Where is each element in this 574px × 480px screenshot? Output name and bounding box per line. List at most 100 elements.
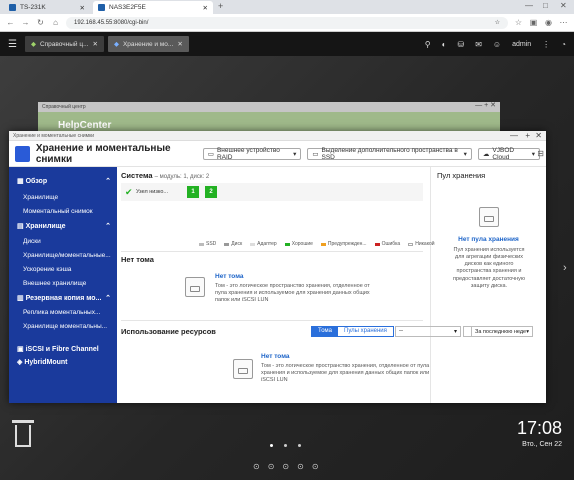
reload-icon[interactable]: ↻ [36, 18, 45, 27]
qnap-favicon-icon [98, 4, 105, 11]
options-icon[interactable]: ⋮ [542, 40, 550, 49]
no-pool-desc: Пул хранения используется для агрегации … [452, 247, 525, 289]
dashboard-icon[interactable]: ◔ [561, 40, 566, 49]
sidebar-group-overview[interactable]: ▦ Обзор ⌃ [9, 177, 117, 185]
page-dot[interactable] [298, 444, 301, 447]
page-dot[interactable] [284, 444, 287, 447]
favorite-star-icon[interactable]: ☆ [495, 19, 500, 26]
dock-app-icon[interactable]: ⊙ [312, 462, 319, 471]
sidebar-item-disks[interactable]: Диски [9, 238, 117, 245]
sidebar-item-storage-snapshots[interactable]: Хранилище/моментальные... [9, 252, 117, 259]
legend-label: Ошибка [381, 241, 401, 247]
system-header: Система – модуль: 1, диск: 2 [121, 171, 209, 180]
dock-app-icon[interactable]: ⊙ [297, 462, 304, 471]
sidebar-item-external[interactable]: Внешнее хранилище [9, 280, 117, 287]
close-icon[interactable]: ✕ [535, 131, 542, 140]
storage-icon: ◆ [113, 41, 119, 48]
close-icon[interactable]: ✕ [177, 40, 182, 48]
no-volume-title[interactable]: Нет тома [215, 273, 244, 280]
legend-item: Хорошие [284, 241, 313, 247]
url-input[interactable]: 192.168.45.55:8080/cgi-bin/ ☆ [66, 16, 508, 29]
ssd-overprovision-button[interactable]: ▭ Выделение дополнительного пространства… [307, 147, 472, 161]
sidebar-item-iscsi[interactable]: ▣ iSCSI и Fibre Channel [9, 345, 117, 353]
legend-label: Предупрежден... [327, 241, 367, 247]
legend-item: SSD [199, 241, 216, 247]
chevron-down-icon: ▾ [531, 150, 535, 158]
back-icon[interactable]: ← [6, 18, 15, 27]
sidebar-item-hybridmount[interactable]: ◈ HybridMount [9, 358, 117, 366]
taskbar-app-storage[interactable]: ◆ Хранение и мо... ✕ [107, 36, 189, 52]
browser-tab-bar: TS-231K ✕ NAS3E2F5E ✕ + — □ ✕ [0, 0, 574, 14]
chevron-up-icon: ⌃ [105, 295, 111, 302]
more-icon[interactable]: ⊟ [537, 149, 544, 158]
background-tasks-icon[interactable]: ◐ [442, 40, 447, 49]
close-icon[interactable]: ✕ [80, 4, 85, 12]
maximize-icon[interactable]: □ [543, 1, 548, 10]
user-name[interactable]: admin [512, 41, 531, 48]
trash-icon[interactable] [12, 420, 34, 448]
disk-slot[interactable]: 2 [205, 186, 217, 198]
usage-no-volume-desc: Том - это логическое пространство хранен… [261, 363, 430, 384]
dock-app-icon[interactable]: ⊙ [253, 462, 260, 471]
tab-pools[interactable]: Пулы хранения [338, 327, 393, 336]
legend-swatch [224, 242, 230, 246]
forward-icon[interactable]: → [21, 18, 30, 27]
no-pool-title[interactable]: Нет пула хранения [431, 236, 546, 243]
search-icon[interactable]: ⚲ [425, 40, 431, 49]
chevron-down-icon: ▾ [453, 329, 457, 335]
external-devices-icon[interactable]: ⛁ [458, 40, 465, 49]
sidebar-item-cache[interactable]: Ускорение кэша [9, 266, 117, 273]
tab-volumes[interactable]: Тома [312, 327, 338, 336]
volume-heading: Нет тома [121, 255, 154, 264]
hamburger-menu-icon[interactable]: ☰ [8, 39, 17, 50]
sidebar-label: Обзор [25, 178, 48, 185]
disk-slot[interactable]: 1 [187, 186, 199, 198]
sidebar-item-snapshots[interactable]: Моментальный снимок [9, 208, 117, 215]
external-raid-button[interactable]: ▭ Внешнее устройство RAID ▾ [202, 146, 302, 161]
system-sub: – модуль: 1, диск: 2 [154, 174, 210, 180]
new-tab-icon[interactable]: + [218, 1, 223, 11]
page-dot-active[interactable] [270, 444, 273, 447]
close-icon[interactable]: ✕ [93, 40, 98, 48]
dock-app-icon[interactable]: ⊙ [268, 462, 275, 471]
taskbar-app-helpcenter[interactable]: ◆ Справочный ц... ✕ [24, 36, 104, 52]
close-window-icon[interactable]: ✕ [560, 1, 567, 10]
sidebar-item-storage[interactable]: Хранилище [9, 194, 117, 201]
vjbod-cloud-button[interactable]: ☁ VJBOD Cloud ▾ [477, 147, 540, 161]
more-menu-icon[interactable]: ⋯ [559, 18, 568, 27]
notifications-icon[interactable]: ✉ [475, 40, 482, 49]
volume-select[interactable]: -- ▾ [395, 326, 461, 337]
browser-tab-ts231k[interactable]: TS-231K ✕ [4, 1, 90, 14]
collections-icon[interactable]: ☆ [514, 18, 523, 27]
cloud-icon: ☁ [482, 150, 490, 158]
usage-no-volume-title[interactable]: Нет тома [261, 353, 290, 360]
storage-window-titlebar: Хранение и моментальные снимки — + ✕ [9, 131, 546, 141]
chevron-right-icon[interactable]: › [563, 262, 567, 274]
profile-icon[interactable]: ◉ [544, 18, 553, 27]
legend-swatch [374, 242, 380, 246]
extensions-icon[interactable]: ▣ [529, 18, 538, 27]
sidebar-item-snapshot-replica[interactable]: Реплика моментальных... [9, 309, 117, 316]
page-indicator[interactable] [270, 444, 301, 447]
period-select[interactable]: За последнюю неде ▾ [471, 326, 533, 337]
close-icon[interactable]: ✕ [203, 4, 208, 12]
home-icon[interactable]: ⌂ [51, 18, 60, 27]
enclosure-name[interactable]: Узел низко... [136, 189, 168, 195]
minimize-icon[interactable]: — [525, 1, 533, 10]
sidebar-group-storage[interactable]: ▤ Хранилище ⌃ [9, 222, 117, 230]
sidebar-group-backup[interactable]: ▥ Резервная копия мо... ⌃ [9, 294, 117, 302]
user-icon[interactable]: ☺ [493, 40, 501, 49]
minimize-icon[interactable]: — [510, 131, 518, 140]
sidebar-item-snapshot-vault[interactable]: Хранилище моментальны... [9, 323, 117, 330]
desktop-clock: 17:08 [516, 418, 562, 438]
url-text: 192.168.45.55:8080/cgi-bin/ [74, 19, 149, 26]
button-label: Внешнее устройство RAID [216, 146, 280, 161]
sidebar-label: HybridMount [24, 359, 68, 366]
storage-pool-icon [479, 207, 499, 227]
dock-app-icon[interactable]: ⊙ [282, 462, 289, 471]
window-controls[interactable]: — + ✕ [475, 101, 496, 109]
browser-tab-label: NAS3E2F5E [109, 4, 146, 11]
usage-tabs: Тома Пулы хранения [311, 326, 394, 337]
browser-tab-nas[interactable]: NAS3E2F5E ✕ [93, 1, 213, 14]
maximize-icon[interactable]: + [525, 131, 530, 140]
